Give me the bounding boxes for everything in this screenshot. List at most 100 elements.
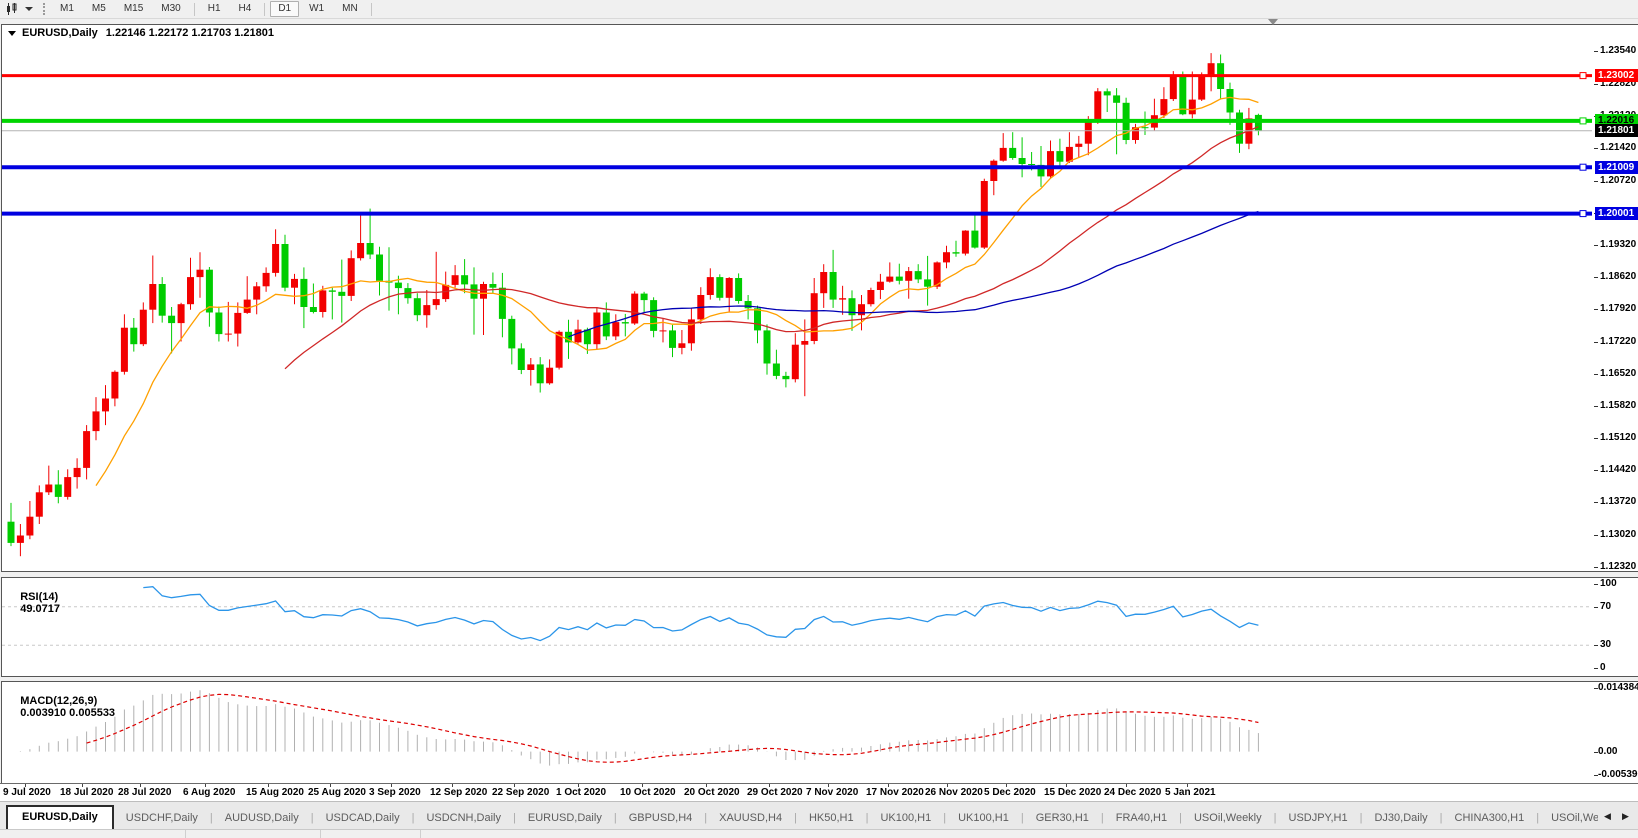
timeframe-button-h4[interactable]: H4 xyxy=(231,1,260,17)
price-tick-mark xyxy=(1594,342,1598,343)
date-label: 7 Nov 2020 xyxy=(806,787,858,798)
rsi-tick-label: 100 xyxy=(1600,578,1617,589)
chart-tab-usdcnh-daily[interactable]: USDCNH,Daily xyxy=(414,807,513,830)
chart-tab-xauusd-h4[interactable]: XAUUSD,H4 xyxy=(707,807,794,830)
rsi-name: RSI(14) xyxy=(20,591,58,603)
tabs-scroll-left-icon[interactable]: ◀ xyxy=(1604,811,1611,822)
macd-tick-label: -0.005396 xyxy=(1598,769,1638,780)
chart-type-button[interactable] xyxy=(3,2,36,16)
candlestick-chart-icon xyxy=(6,3,20,15)
price-tick-mark xyxy=(1594,245,1598,246)
macd-indicator-panel[interactable]: MACD(12,26,9) 0.003910 0.005533 xyxy=(1,681,1595,785)
macd-values: 0.003910 0.005533 xyxy=(20,707,115,719)
chart-menu-triangle-icon[interactable] xyxy=(8,31,16,36)
macd-name: MACD(12,26,9) xyxy=(20,695,97,707)
price-tick-label: 1.12320 xyxy=(1600,561,1636,572)
chart-tab-usdjpy-h1[interactable]: USDJPY,H1 xyxy=(1277,807,1360,830)
chart-tab-ger30-h1[interactable]: GER30,H1 xyxy=(1024,807,1101,830)
price-tick-mark xyxy=(1594,148,1598,149)
tabs-scroll-right-icon[interactable]: ▶ xyxy=(1622,811,1629,822)
timeframe-button-m30[interactable]: M30 xyxy=(153,1,188,17)
date-label: 5 Dec 2020 xyxy=(984,787,1036,798)
timeframe-button-mn[interactable]: MN xyxy=(334,1,366,17)
chart-tab-uk100-h1[interactable]: UK100,H1 xyxy=(946,807,1021,830)
chart-tab-bar: EURUSD,DailyUSDCHF,Daily|AUDUSD,Daily|US… xyxy=(0,801,1638,830)
price-axis[interactable]: 1.235401.228201.221201.214201.207201.200… xyxy=(1594,24,1638,572)
chart-tab-eurusd-daily[interactable]: EURUSD,Daily xyxy=(6,805,114,830)
price-tick-mark xyxy=(1594,470,1598,471)
chart-tab-usdcad-daily[interactable]: USDCAD,Daily xyxy=(314,807,412,830)
date-label: 15 Aug 2020 xyxy=(246,787,304,798)
date-label: 25 Aug 2020 xyxy=(308,787,366,798)
date-label: 29 Oct 2020 xyxy=(747,787,803,798)
rsi-tick-label: 30 xyxy=(1600,639,1611,650)
price-chart-canvas[interactable] xyxy=(2,25,1592,574)
rsi-tick-label: 0 xyxy=(1600,662,1606,673)
price-tick-label: 1.21420 xyxy=(1600,142,1636,153)
chart-tab-usoil-weekly[interactable]: USOil,Weekly xyxy=(1539,807,1598,830)
price-chart-panel[interactable] xyxy=(1,24,1595,572)
timeframe-button-m5[interactable]: M5 xyxy=(84,1,114,17)
price-tick-mark xyxy=(1594,535,1598,536)
chart-tab-uk100-h1[interactable]: UK100,H1 xyxy=(868,807,943,830)
rsi-axis[interactable]: 100 70 30 0 xyxy=(1594,577,1638,677)
macd-tick-label: 0.014384 xyxy=(1598,682,1638,693)
price-tick-label: 1.18620 xyxy=(1600,271,1636,282)
date-label: 12 Sep 2020 xyxy=(430,787,487,798)
macd-tick-label: 0.00 xyxy=(1598,746,1617,757)
price-tick-label: 1.14420 xyxy=(1600,464,1636,475)
rsi-canvas[interactable] xyxy=(2,578,1592,679)
date-label: 24 Dec 2020 xyxy=(1104,787,1161,798)
rsi-label: RSI(14) 49.0717 xyxy=(8,579,60,627)
toolbar-grip-handle[interactable] xyxy=(43,3,45,15)
date-label: 26 Nov 2020 xyxy=(925,787,983,798)
price-tick-mark xyxy=(1594,181,1598,182)
chart-symbol-label: EURUSD,Daily xyxy=(22,27,98,39)
date-label: 15 Dec 2020 xyxy=(1044,787,1101,798)
price-tick-label: 1.19320 xyxy=(1600,239,1636,250)
rsi-tick-label: 70 xyxy=(1600,601,1611,612)
macd-axis[interactable]: 0.014384 0.00 -0.005396 xyxy=(1594,681,1638,785)
chart-ohlc-values: 1.22146 1.22172 1.21703 1.21801 xyxy=(106,27,274,39)
price-level-badge: 1.23002 xyxy=(1595,69,1638,82)
price-tick-label: 1.16520 xyxy=(1600,368,1636,379)
date-label: 1 Oct 2020 xyxy=(556,787,606,798)
chart-title: EURUSD,Daily 1.22146 1.22172 1.21703 1.2… xyxy=(8,26,274,40)
price-level-badge: 1.21009 xyxy=(1595,161,1638,174)
timeframe-button-h1[interactable]: H1 xyxy=(200,1,229,17)
toolbar-separator xyxy=(264,3,265,16)
chart-tab-fra40-h1[interactable]: FRA40,H1 xyxy=(1104,807,1179,830)
macd-label: MACD(12,26,9) 0.003910 0.005533 xyxy=(8,683,115,731)
chart-tab-usdchf-daily[interactable]: USDCHF,Daily xyxy=(114,807,210,830)
chart-tab-audusd-daily[interactable]: AUDUSD,Daily xyxy=(213,807,311,830)
price-level-badge: 1.20001 xyxy=(1595,207,1638,220)
price-tick-label: 1.20720 xyxy=(1600,175,1636,186)
price-tick-label: 1.17920 xyxy=(1600,303,1636,314)
date-label: 6 Aug 2020 xyxy=(183,787,235,798)
timeframe-toolbar: M1M5M15M30 H1H4 D1W1MN xyxy=(0,0,1638,19)
chart-tab-gbpusd-h4[interactable]: GBPUSD,H4 xyxy=(617,807,705,830)
chart-tab-eurusd-daily[interactable]: EURUSD,Daily xyxy=(516,807,614,830)
date-label: 5 Jan 2021 xyxy=(1165,787,1216,798)
chart-shift-marker-icon[interactable] xyxy=(1268,19,1278,25)
rsi-indicator-panel[interactable]: RSI(14) 49.0717 xyxy=(1,577,1595,677)
timeframe-button-m1[interactable]: M1 xyxy=(52,1,82,17)
toolbar-separator xyxy=(371,3,372,16)
timeframe-button-m15[interactable]: M15 xyxy=(116,1,151,17)
chart-tab-usoil-weekly[interactable]: USOil,Weekly xyxy=(1182,807,1274,830)
timeframe-button-d1[interactable]: D1 xyxy=(270,1,299,17)
timeframe-buttons: M1M5M15M30 H1H4 D1W1MN xyxy=(51,1,376,17)
price-tick-label: 1.15120 xyxy=(1600,432,1636,443)
price-tick-label: 1.13020 xyxy=(1600,529,1636,540)
price-tick-label: 1.13720 xyxy=(1600,496,1636,507)
date-label: 20 Oct 2020 xyxy=(684,787,740,798)
macd-canvas[interactable] xyxy=(2,682,1592,787)
date-label: 9 Jul 2020 xyxy=(3,787,51,798)
timeframe-button-w1[interactable]: W1 xyxy=(301,1,332,17)
time-axis[interactable]: 9 Jul 202018 Jul 202028 Jul 20206 Aug 20… xyxy=(0,783,1638,802)
date-label: 28 Jul 2020 xyxy=(118,787,171,798)
date-label: 3 Sep 2020 xyxy=(369,787,421,798)
chart-tab-china300-h1[interactable]: CHINA300,H1 xyxy=(1443,807,1537,830)
chart-tab-hk50-h1[interactable]: HK50,H1 xyxy=(797,807,866,830)
chart-tab-dj30-daily[interactable]: DJ30,Daily xyxy=(1362,807,1439,830)
